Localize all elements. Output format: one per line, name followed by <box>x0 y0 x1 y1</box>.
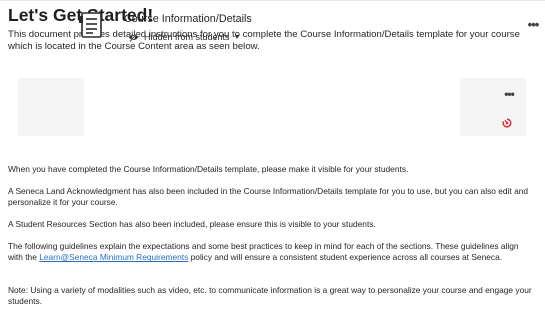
paragraph-guidelines: The following guidelines explain the exp… <box>8 241 534 264</box>
visibility-label: Hidden from students <box>144 32 230 42</box>
release-conditions-icon[interactable] <box>502 118 512 128</box>
content-item-card <box>18 78 526 136</box>
chevron-down-icon: ▼ <box>233 33 241 41</box>
ellipsis-icon[interactable]: ••• <box>524 18 542 32</box>
visibility-dropdown[interactable]: Hidden from students ▼ <box>128 31 240 43</box>
minimum-requirements-link[interactable]: Learn@Seneca Minimum Requirements <box>39 252 188 262</box>
item-options-ellipsis-icon[interactable]: ••• <box>502 88 516 100</box>
paragraph-note: Note: Using a variety of modalities such… <box>8 285 532 307</box>
eye-slash-icon <box>129 32 138 42</box>
content-item-panel <box>84 78 460 136</box>
top-divider <box>0 0 545 1</box>
content-item-title[interactable]: Course Information/Details <box>124 13 252 25</box>
document-icon <box>79 12 102 38</box>
paragraph-visible: When you have completed the Course Infor… <box>8 164 409 174</box>
paragraph-student-resources: A Student Resources Section has also bee… <box>8 219 376 229</box>
guidelines-text-end: policy and will ensure a consistent stud… <box>188 252 503 263</box>
paragraph-land-acknowledgment: A Seneca Land Acknowledgment has also be… <box>8 186 529 208</box>
